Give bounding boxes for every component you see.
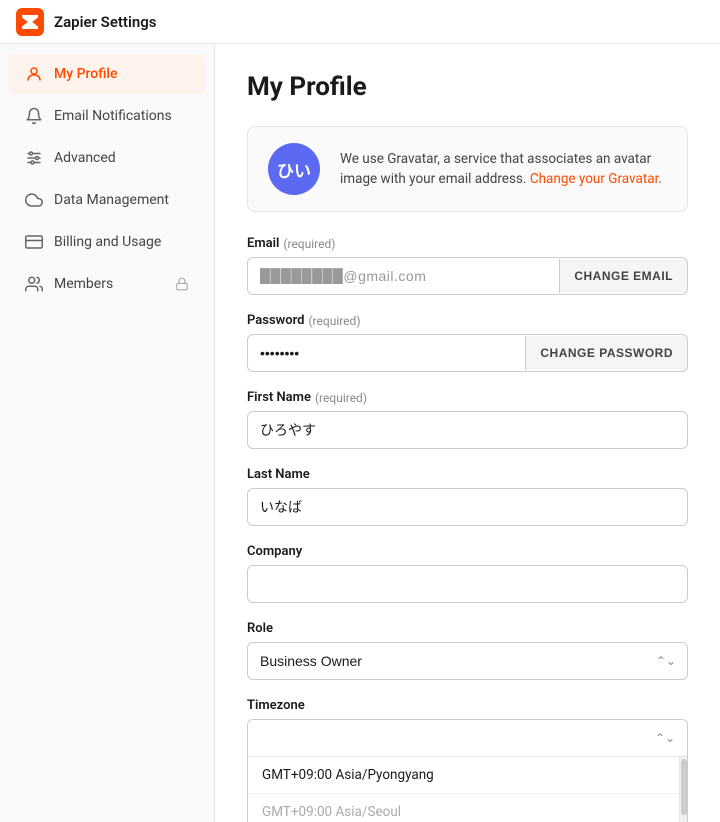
timezone-label: Timezone [247, 698, 688, 713]
cloud-icon [24, 190, 44, 210]
change-gravatar-link[interactable]: Change your Gravatar [530, 171, 659, 187]
top-bar: Zapier Settings [0, 0, 720, 44]
sidebar-label-advanced: Advanced [54, 150, 116, 166]
last-name-input[interactable] [247, 488, 688, 526]
password-input[interactable] [248, 335, 525, 371]
timezone-list-container: GMT+09:00 Asia/Pyongyang GMT+09:00 Asia/… [248, 757, 687, 822]
timezone-option-pyongyang[interactable]: GMT+09:00 Asia/Pyongyang [248, 757, 687, 794]
sidebar-item-email-notifications[interactable]: Email Notifications [8, 96, 206, 136]
sidebar-item-advanced[interactable]: Advanced [8, 138, 206, 178]
role-label: Role [247, 621, 688, 636]
timezone-input-row: ⌃⌄ [248, 720, 687, 757]
person-icon [24, 64, 44, 84]
email-field-group: Email (required) CHANGE EMAIL [247, 236, 688, 295]
role-select-wrapper: Business Owner Developer Other ⌃⌄ [247, 642, 688, 680]
first-name-required-tag: (required) [315, 391, 367, 405]
gravatar-section: ひい We use Gravatar, a service that assoc… [247, 126, 688, 212]
first-name-field-group: First Name (required) [247, 390, 688, 449]
app-title: Zapier Settings [54, 13, 157, 31]
scrollbar-thumb [681, 759, 687, 815]
sidebar-item-billing[interactable]: Billing and Usage [8, 222, 206, 262]
sidebar-label-email-notifications: Email Notifications [54, 108, 172, 124]
company-field-group: Company [247, 544, 688, 603]
sidebar-item-my-profile[interactable]: My Profile [8, 54, 206, 94]
gravatar-period: . [658, 171, 662, 187]
sidebar-label-my-profile: My Profile [54, 66, 117, 82]
email-field-row: CHANGE EMAIL [247, 257, 688, 295]
sliders-icon [24, 148, 44, 168]
timezone-field-group: Timezone ⌃⌄ GMT+09:00 Asia/Pyongyang GMT… [247, 698, 688, 822]
group-icon [24, 274, 44, 294]
email-required-tag: (required) [283, 237, 335, 251]
zapier-logo [16, 8, 44, 36]
main-content: My Profile ひい We use Gravatar, a service… [215, 44, 720, 822]
sidebar-label-billing: Billing and Usage [54, 234, 161, 250]
email-input[interactable] [248, 258, 559, 294]
timezone-list: GMT+09:00 Asia/Pyongyang GMT+09:00 Asia/… [248, 757, 687, 822]
password-field-row: CHANGE PASSWORD [247, 334, 688, 372]
email-label: Email (required) [247, 236, 688, 251]
sidebar: My Profile Email Notifications Advanced [0, 44, 215, 822]
first-name-label: First Name (required) [247, 390, 688, 405]
sidebar-item-data-management[interactable]: Data Management [8, 180, 206, 220]
last-name-field-group: Last Name [247, 467, 688, 526]
role-field-group: Role Business Owner Developer Other ⌃⌄ [247, 621, 688, 680]
company-input[interactable] [247, 565, 688, 603]
gravatar-description: We use Gravatar, a service that associat… [340, 149, 667, 190]
password-label: Password (required) [247, 313, 688, 328]
password-required-tag: (required) [308, 314, 360, 328]
timezone-option-seoul[interactable]: GMT+09:00 Asia/Seoul [248, 794, 687, 822]
avatar: ひい [268, 143, 320, 195]
sidebar-label-members: Members [54, 276, 113, 292]
change-email-button[interactable]: CHANGE EMAIL [559, 259, 687, 293]
layout: My Profile Email Notifications Advanced [0, 44, 720, 822]
card-icon [24, 232, 44, 252]
change-password-button[interactable]: CHANGE PASSWORD [525, 336, 687, 370]
sidebar-item-members[interactable]: Members [8, 264, 206, 304]
lock-icon [172, 274, 192, 294]
timezone-dropdown: ⌃⌄ GMT+09:00 Asia/Pyongyang GMT+09:00 As… [247, 719, 688, 822]
scrollbar-track [679, 757, 687, 822]
timezone-search-input[interactable] [260, 730, 651, 746]
first-name-input[interactable] [247, 411, 688, 449]
timezone-chevron-icon: ⌃⌄ [655, 731, 675, 745]
bell-icon [24, 106, 44, 126]
role-select[interactable]: Business Owner Developer Other [247, 642, 688, 680]
password-field-group: Password (required) CHANGE PASSWORD [247, 313, 688, 372]
company-label: Company [247, 544, 688, 559]
last-name-label: Last Name [247, 467, 688, 482]
page-title: My Profile [247, 72, 688, 102]
sidebar-label-data-management: Data Management [54, 192, 169, 208]
